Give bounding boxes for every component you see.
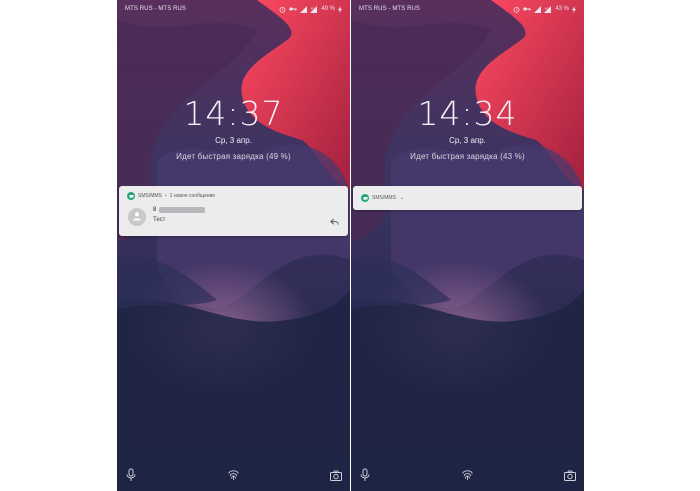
sender-name: 8 <box>153 207 157 213</box>
signal-icon: 4G <box>310 5 318 13</box>
avatar <box>128 208 146 226</box>
charging-bolt-icon <box>338 5 342 13</box>
fingerprint-icon[interactable] <box>461 468 474 486</box>
microphone-icon[interactable] <box>360 468 370 487</box>
microphone-icon[interactable] <box>126 468 136 487</box>
person-icon <box>132 208 142 226</box>
lock-clock: 14:34 <box>417 94 518 133</box>
fingerprint-icon[interactable] <box>227 468 240 486</box>
svg-text:4G: 4G <box>545 6 549 10</box>
header-separator: • <box>164 193 167 199</box>
carrier-label: MTS RUS - MTS RUS <box>125 6 187 12</box>
battery-level: 43 % <box>555 6 569 12</box>
lock-date: Ср, 3 апр. <box>215 136 252 145</box>
reply-icon[interactable] <box>330 213 339 231</box>
charging-bolt-icon <box>572 5 576 13</box>
notification-summary: 1 новое сообщение <box>169 193 216 199</box>
carrier-label: MTS RUS - MTS RUS <box>359 6 421 12</box>
app-name: SMS/MMS <box>372 195 396 201</box>
signal-icon <box>534 5 542 13</box>
wallpaper <box>351 0 584 491</box>
charging-status: Идет быстрая зарядка (49 %) <box>176 152 291 161</box>
sms-app-icon <box>127 192 135 200</box>
lock-clock: 14:37 <box>183 94 284 133</box>
sms-notification[interactable]: SMS/MMS • 1 новое сообщение 8 Тест <box>119 186 348 236</box>
wallpaper <box>117 0 350 491</box>
key-icon <box>289 6 297 12</box>
alarm-icon <box>279 6 286 13</box>
chevron-down-icon[interactable]: ⌄ <box>400 195 404 201</box>
battery-level: 49 % <box>321 6 335 12</box>
signal-icon: 4G <box>544 5 552 13</box>
sms-app-icon <box>361 194 369 202</box>
key-icon <box>523 6 531 12</box>
signal-icon <box>300 5 308 13</box>
lockscreen-left: MTS RUS - MTS RUS 4G 49 % 14:37 Ср, 3 ап… <box>117 0 350 491</box>
alarm-icon <box>513 6 520 13</box>
charging-status: Идет быстрая зарядка (43 %) <box>410 152 525 161</box>
lock-date: Ср, 3 апр. <box>449 136 486 145</box>
status-bar: MTS RUS - MTS RUS 4G 43 % <box>351 0 584 18</box>
camera-icon[interactable] <box>330 468 342 486</box>
status-bar: MTS RUS - MTS RUS 4G 49 % <box>117 0 350 18</box>
redacted-number <box>159 207 206 213</box>
sender-row: 8 <box>153 207 206 213</box>
camera-icon[interactable] <box>564 468 576 486</box>
notification-header: SMS/MMS • 1 новое сообщение <box>127 192 215 200</box>
app-name: SMS/MMS <box>138 193 162 199</box>
sms-notification-collapsed[interactable]: SMS/MMS ⌄ <box>353 186 582 210</box>
svg-text:4G: 4G <box>311 6 315 10</box>
lockscreen-right: MTS RUS - MTS RUS 4G 43 % 14:34 Ср, 3 ап… <box>351 0 584 491</box>
message-text: Тест <box>153 217 166 223</box>
notification-header: SMS/MMS ⌄ <box>361 194 404 202</box>
